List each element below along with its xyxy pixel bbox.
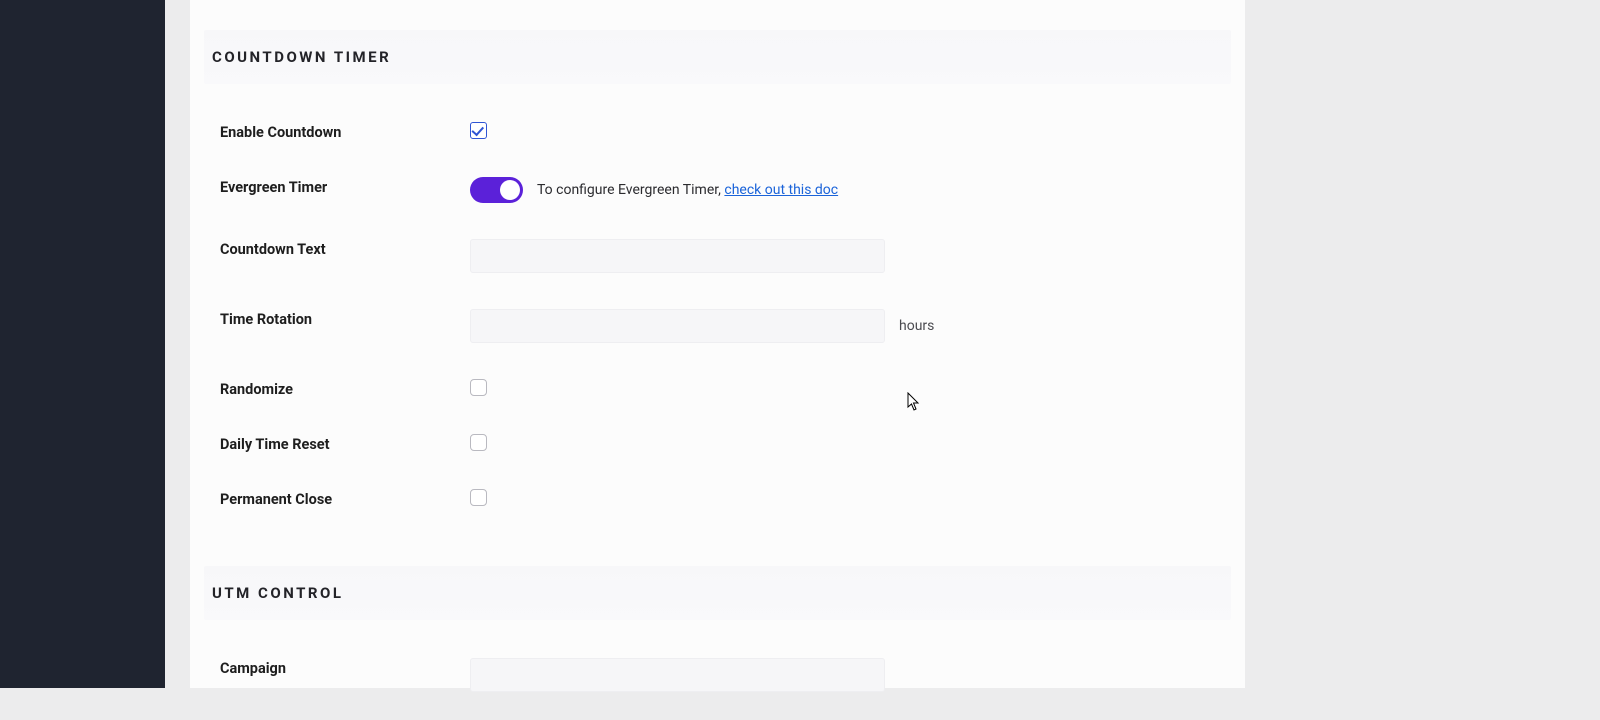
input-campaign[interactable] [470, 658, 885, 692]
label-daily-time-reset: Daily Time Reset [220, 434, 470, 453]
input-countdown-text[interactable] [470, 239, 885, 273]
field-daily-time-reset: Daily Time Reset [220, 416, 1215, 471]
label-countdown-text: Countdown Text [220, 239, 470, 258]
label-campaign: Campaign [220, 658, 470, 677]
toggle-evergreen-timer[interactable] [470, 177, 523, 203]
label-permanent-close: Permanent Close [220, 489, 470, 508]
checkbox-randomize[interactable] [470, 379, 487, 396]
utm-fields: Campaign [190, 620, 1245, 720]
field-evergreen-timer: Evergreen Timer To configure Evergreen T… [220, 159, 1215, 221]
field-time-rotation: Time Rotation hours [220, 291, 1215, 361]
field-enable-countdown: Enable Countdown [220, 104, 1215, 159]
label-randomize: Randomize [220, 379, 470, 398]
input-time-rotation[interactable] [470, 309, 885, 343]
checkbox-permanent-close[interactable] [470, 489, 487, 506]
field-permanent-close: Permanent Close [220, 471, 1215, 526]
checkbox-enable-countdown[interactable] [470, 122, 487, 139]
content-gutter [165, 0, 190, 688]
label-time-rotation: Time Rotation [220, 309, 470, 328]
app-frame: Countdown Timer Enable Countdown Evergre… [0, 0, 1600, 688]
countdown-fields: Enable Countdown Evergreen Timer To conf… [190, 84, 1245, 536]
section-header-countdown: Countdown Timer [204, 30, 1231, 84]
label-enable-countdown: Enable Countdown [220, 122, 470, 141]
field-countdown-text: Countdown Text [220, 221, 1215, 291]
section-title-countdown: Countdown Timer [204, 48, 1231, 66]
admin-sidebar [0, 0, 165, 688]
checkbox-daily-time-reset[interactable] [470, 434, 487, 451]
hint-evergreen-timer: To configure Evergreen Timer, check out … [537, 182, 838, 198]
link-evergreen-doc[interactable]: check out this doc [724, 182, 838, 198]
hint-evergreen-prefix: To configure Evergreen Timer, [537, 182, 724, 198]
field-campaign: Campaign [220, 640, 1215, 710]
right-gutter [1245, 0, 1600, 688]
section-title-utm: UTM Control [204, 584, 1231, 602]
label-evergreen-timer: Evergreen Timer [220, 177, 470, 196]
settings-panel: Countdown Timer Enable Countdown Evergre… [190, 0, 1245, 688]
field-randomize: Randomize [220, 361, 1215, 416]
suffix-time-rotation: hours [899, 318, 934, 334]
section-header-utm: UTM Control [204, 566, 1231, 620]
